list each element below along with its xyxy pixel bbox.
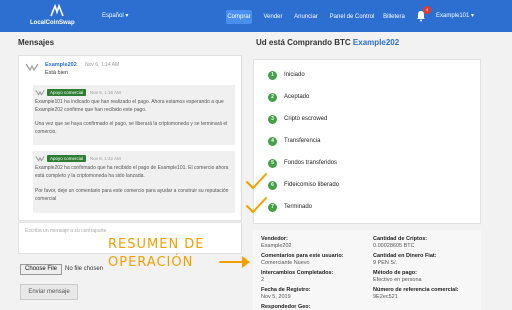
nav-vender[interactable]: Vender [262, 10, 284, 24]
system-text: Example101 ha indicado que han realizado… [35, 99, 224, 113]
nav-comprar[interactable]: Comprar [226, 10, 252, 24]
nav-anunciar[interactable]: Anunciar [292, 10, 320, 24]
fiat-amount-value: 9 PEN S/. [373, 260, 398, 266]
trade-steps: 1 Iniciado 2 Aceptado 3 Cripto escrowed … [253, 59, 481, 224]
step-label: Iniciado [284, 72, 305, 78]
annotation-arrow-icon [219, 256, 250, 268]
logo-icon [50, 4, 64, 17]
vendor-value[interactable]: Example202 [261, 243, 292, 249]
fiat-amount-label: Cantidad en Dinero Fiat: [373, 253, 437, 259]
system-tag: Apoyo comercial [47, 155, 87, 162]
nav-panel-de-control[interactable]: Panel de Control [329, 10, 375, 24]
logo-text: LocalCoinSwap [30, 20, 75, 26]
messages-title: Mensajes [18, 38, 55, 47]
crypto-amount-label: Cantidad de Criptos: [373, 236, 428, 242]
trade-title: Ud está Comprando BTC Example202 [256, 38, 400, 47]
system-tag: Apoyo comercial [47, 89, 87, 96]
step-label: Aceptado [284, 94, 310, 100]
step-label: Cripto escrowed [284, 116, 328, 122]
payment-method-label: Método de pago: [373, 270, 417, 276]
notification-badge: 4 [423, 6, 431, 14]
system-message: Apoyo comercial Nov 6, 1:22 AM Example20… [33, 151, 235, 213]
payment-method-value: Efectivo en persona [373, 277, 422, 283]
registration-value: Nov 5, 2019 [261, 294, 291, 300]
check-icon: 1 [268, 71, 277, 80]
annotation-checkmarks-icon [246, 173, 267, 214]
counterparty-link[interactable]: Example202 [353, 38, 399, 47]
message-author[interactable]: Example202 [45, 62, 77, 68]
trade-summary: Vendedor: Example202 Comentarios para es… [253, 230, 481, 310]
choose-file-button[interactable]: Choose File [20, 264, 62, 275]
check-icon: 4 [268, 137, 277, 146]
reference-value: 9E2ec521 [373, 294, 398, 300]
registration-label: Fecha de Registro: [261, 287, 311, 293]
top-navigation-bar: LocalCoinSwap Español ▾ Comprar Vender A… [0, 0, 512, 32]
responder-geo-label: Respondedor Geo: [261, 304, 311, 310]
message-time: Nov 6, 1:14 AM [85, 62, 120, 68]
system-text: Por favor, deje un comentario para este … [35, 188, 229, 202]
reference-label: Número de referencia comercial: [373, 287, 459, 293]
logo[interactable]: LocalCoinSwap [30, 4, 100, 28]
step-label: Terminado [284, 204, 313, 210]
send-message-button[interactable]: Enviar mensaje [20, 284, 78, 300]
message-text: Está bien [45, 70, 68, 76]
scrollbar-thumb[interactable] [241, 152, 242, 212]
comments-label: Comentarios para este usuario: [261, 253, 344, 259]
check-icon: 2 [268, 93, 277, 102]
comments-value: Comerciante Nuevo [261, 260, 310, 266]
message-input-placeholder: Escriba un mensaje a su contraparte [25, 228, 107, 234]
user-avatar-icon [25, 63, 39, 72]
vendor-label: Vendedor: [261, 236, 288, 242]
system-time: Nov 6, 1:22 AM [90, 156, 121, 161]
scrollbar-track[interactable] [241, 56, 242, 221]
file-status: No file chosen [65, 266, 104, 272]
step-label: Fideicomiso liberado [284, 182, 340, 188]
system-text: Una vez que se haya confirmado el pago, … [35, 121, 228, 135]
trades-label: Intercambios Completados: [261, 270, 334, 276]
language-selector[interactable]: Español ▾ [102, 12, 128, 19]
system-message: Apoyo comercial Nov 6, 1:16 AM Example10… [33, 85, 235, 145]
support-icon [35, 90, 45, 96]
system-text: Example202 ha confirmado que ha recibido… [35, 165, 229, 179]
check-icon: 3 [268, 115, 277, 124]
trades-value: 2 [261, 277, 265, 283]
system-time: Nov 6, 1:16 AM [90, 90, 121, 95]
crypto-amount-value: 0.00028605 BTC [373, 243, 415, 249]
user-menu[interactable]: Example101 ▾ [436, 12, 474, 19]
nav-billetera[interactable]: Billetera [381, 10, 407, 24]
step-label: Fondos transferidos [284, 160, 338, 166]
check-icon: 5 [268, 159, 277, 168]
support-icon [35, 156, 45, 162]
message-list: Example202 Nov 6, 1:14 AM Está bien Apoy… [18, 55, 242, 221]
annotation-text: RESUMEN DE OPERACIÓN [108, 237, 205, 270]
step-label: Transferencia [284, 138, 321, 144]
